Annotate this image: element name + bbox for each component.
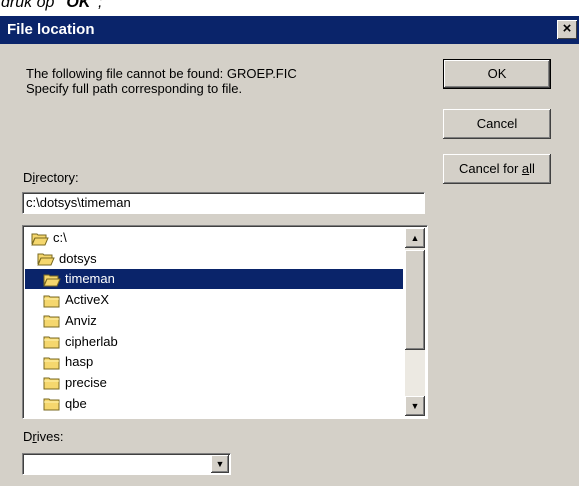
- scroll-up-button[interactable]: ▲: [405, 228, 425, 248]
- folder-icon: [43, 336, 60, 349]
- folder-item-precise[interactable]: precise: [25, 373, 403, 393]
- folder-name: timeman: [65, 271, 115, 287]
- folder-list[interactable]: c:\ dotsys timeman ActiveX Anviz cipherlab has…: [22, 225, 428, 419]
- cancel-for-all-button[interactable]: Cancel for all: [443, 154, 551, 184]
- folder-item-hasp[interactable]: hasp: [25, 352, 403, 372]
- close-button[interactable]: ×: [557, 20, 577, 39]
- open-folder-icon: [31, 233, 49, 246]
- folder-item-timeman[interactable]: timeman: [25, 269, 403, 290]
- cancel-for-all-label: Cancel for all: [459, 161, 535, 176]
- folder-icon: [43, 295, 60, 308]
- title-bar[interactable]: File location ×: [0, 16, 579, 44]
- folder-name: ActiveX: [65, 292, 110, 308]
- triangle-down-icon: ▼: [410, 401, 420, 411]
- folder-icon: [43, 398, 60, 411]
- folder-item-c[interactable]: c:\: [25, 228, 403, 248]
- document-caption: druk op "OK";: [0, 0, 579, 14]
- folder-item-qbe[interactable]: qbe: [25, 394, 403, 414]
- ok-button[interactable]: OK: [443, 59, 551, 89]
- folder-item-anviz[interactable]: Anviz: [25, 311, 403, 331]
- folder-name: cipherlab: [65, 333, 118, 349]
- drives-label: Drives:: [23, 429, 64, 444]
- folder-name: Anviz: [65, 312, 97, 328]
- folder-item-dotsys[interactable]: dotsys: [25, 249, 403, 269]
- folder-icon: [43, 377, 60, 390]
- close-icon: ×: [562, 20, 572, 37]
- folder-name: hasp: [65, 354, 94, 370]
- directory-label: Directory:: [23, 170, 79, 185]
- drives-select[interactable]: ▼: [22, 453, 231, 475]
- dialog-title: File location: [7, 21, 95, 38]
- file-location-dialog: File location × The following file canno…: [0, 16, 579, 486]
- triangle-down-icon: ▼: [215, 459, 225, 469]
- message-line-2: Specify full path corresponding to file.: [26, 81, 243, 96]
- folder-name: precise: [65, 374, 107, 390]
- message: The following file cannot be found: GROE…: [26, 66, 297, 96]
- folder-icon: [43, 357, 60, 370]
- scroll-down-button[interactable]: ▼: [405, 396, 425, 416]
- open-folder-icon: [43, 274, 61, 287]
- scrollbar[interactable]: ▲ ▼: [405, 228, 425, 416]
- drives-dropdown-button[interactable]: ▼: [211, 455, 229, 473]
- triangle-up-icon: ▲: [410, 233, 420, 243]
- cancel-button[interactable]: Cancel: [443, 109, 551, 139]
- caption-prefix: druk op: [1, 0, 59, 11]
- folder-item-activex[interactable]: ActiveX: [25, 290, 403, 310]
- folder-item-cipherlab[interactable]: cipherlab: [25, 332, 403, 352]
- directory-input[interactable]: c:\dotsys\timeman: [22, 192, 425, 214]
- caption-bold: "OK": [58, 0, 98, 11]
- scroll-thumb[interactable]: [405, 250, 425, 350]
- caption-suffix: ;: [97, 0, 103, 11]
- open-folder-icon: [37, 253, 55, 266]
- folder-name: c:\: [53, 230, 67, 245]
- folder-icon: [43, 315, 60, 328]
- message-line-1: The following file cannot be found: GROE…: [26, 66, 297, 81]
- folder-name: qbe: [65, 395, 87, 411]
- folder-name: dotsys: [59, 250, 97, 266]
